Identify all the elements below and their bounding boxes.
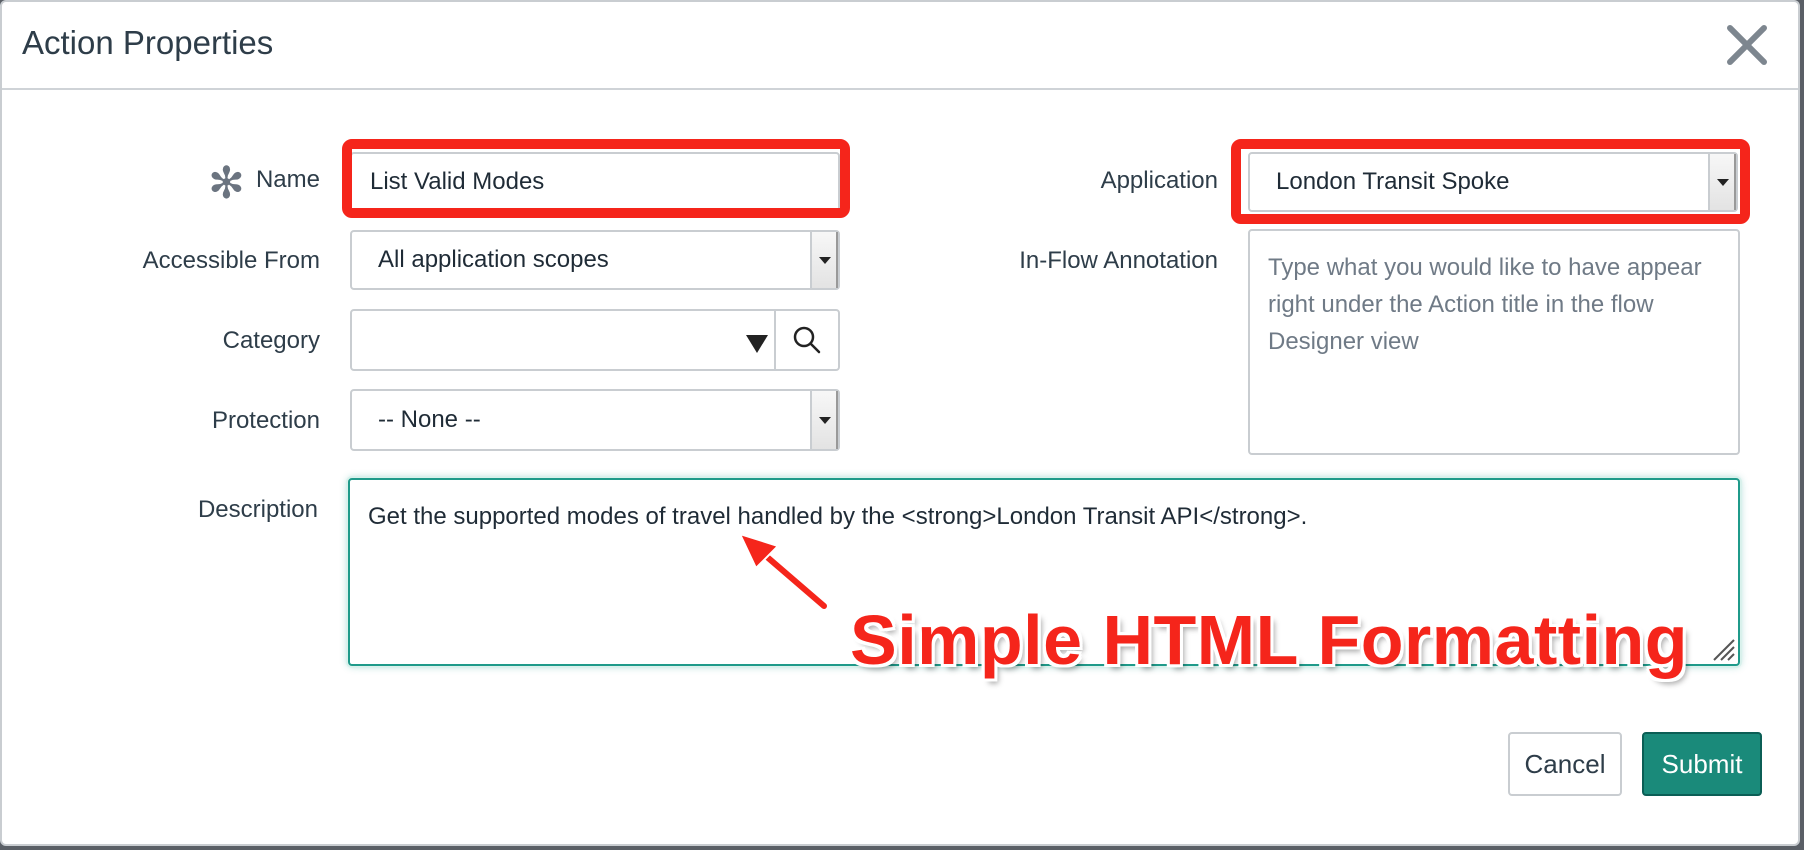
name-field[interactable]: List Valid Modes: [350, 152, 840, 212]
protection-value: -- None --: [378, 406, 481, 433]
category-field[interactable]: [350, 309, 840, 371]
name-label: Name: [255, 166, 320, 193]
cancel-button[interactable]: Cancel: [1508, 732, 1622, 796]
in-flow-annotation-label: In-Flow Annotation: [1019, 247, 1218, 274]
action-properties-dialog: Action Properties ✻ Name List Valid Mode…: [0, 0, 1800, 846]
chevron-down-icon[interactable]: [1708, 154, 1736, 210]
protection-select[interactable]: -- None --: [350, 389, 840, 451]
in-flow-annotation-placeholder: Type what you would like to have appear …: [1268, 254, 1702, 355]
protection-label: Protection: [211, 407, 320, 434]
description-label: Description: [197, 496, 318, 523]
annotation-arrow-icon: [738, 532, 830, 612]
chevron-down-icon[interactable]: [810, 232, 838, 288]
category-label: Category: [222, 327, 320, 354]
annotation-callout: Simple HTML Formatting: [850, 601, 1689, 679]
search-icon[interactable]: [774, 311, 838, 369]
accessible-from-value: All application scopes: [378, 246, 609, 273]
in-flow-annotation-textarea[interactable]: Type what you would like to have appear …: [1248, 229, 1740, 455]
dialog-header: Action Properties: [2, 2, 1798, 90]
accessible-from-select[interactable]: All application scopes: [350, 230, 840, 290]
description-text: Get the supported modes of travel handle…: [368, 503, 1308, 530]
name-field-value: List Valid Modes: [370, 168, 545, 195]
close-icon[interactable]: [1722, 18, 1772, 72]
application-select[interactable]: London Transit Spoke: [1248, 152, 1738, 212]
chevron-down-icon[interactable]: [810, 391, 838, 449]
dropdown-triangle-icon[interactable]: [746, 335, 768, 353]
dialog-title: Action Properties: [22, 24, 274, 61]
accessible-from-label: Accessible From: [142, 247, 320, 274]
submit-button[interactable]: Submit: [1642, 732, 1762, 796]
application-value: London Transit Spoke: [1276, 168, 1510, 195]
resize-handle-icon[interactable]: [1710, 636, 1736, 662]
application-label: Application: [1100, 167, 1218, 194]
